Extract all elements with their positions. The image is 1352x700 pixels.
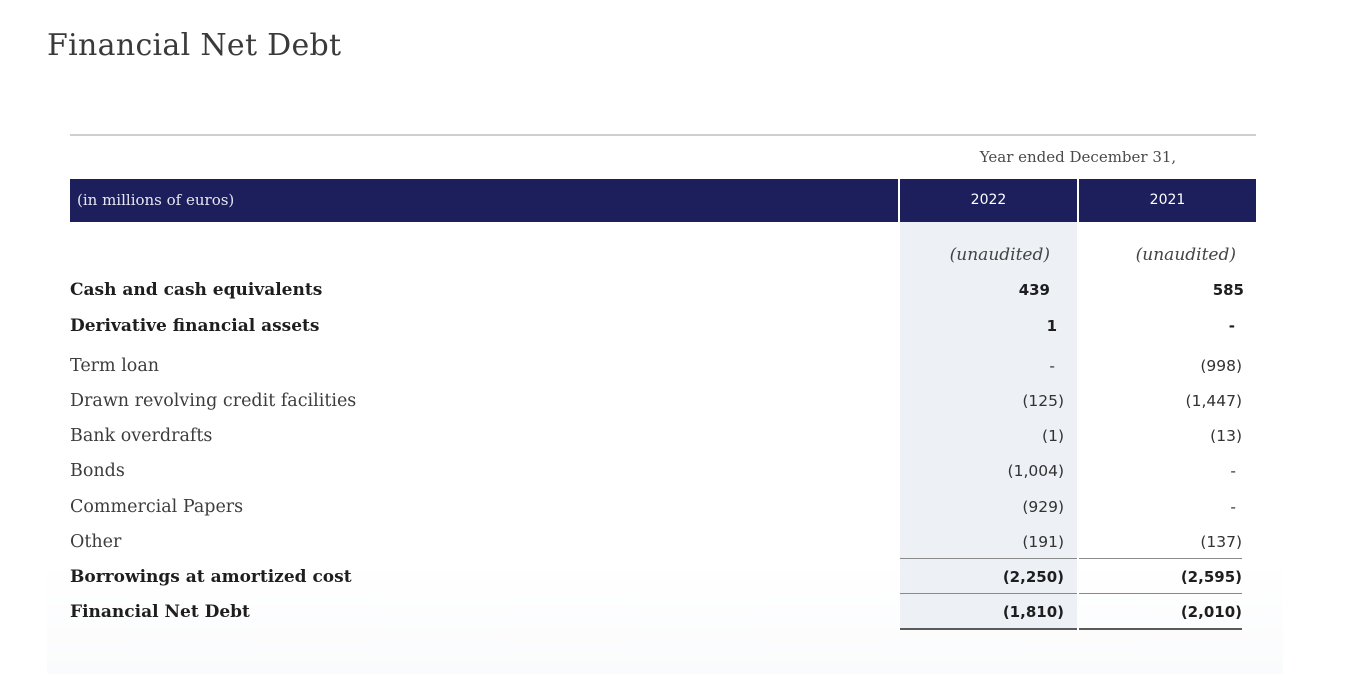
value-2021: -	[1228, 317, 1235, 335]
value-2022: (2,250)	[1002, 568, 1064, 586]
total-rule-2021	[1079, 593, 1242, 594]
value-2021: (13)	[1210, 427, 1242, 445]
value-2022: (1)	[1042, 427, 1064, 445]
audit-status-2021: (unaudited)	[1135, 245, 1236, 265]
table-row: Term loan - (998)	[70, 351, 1256, 381]
value-2021: (2,595)	[1180, 568, 1242, 586]
row-label: Bonds	[70, 461, 125, 481]
value-2022: (1,004)	[1007, 462, 1064, 480]
row-label: Commercial Papers	[70, 497, 244, 517]
table-header: (in millions of euros) 2022 2021	[70, 179, 1256, 222]
year-header-2022: 2022	[970, 192, 1007, 208]
table-row: Borrowings at amortized cost (2,250) (2,…	[70, 562, 1256, 592]
table-row: Bank overdrafts (1) (13)	[70, 421, 1256, 451]
table-row: Drawn revolving credit facilities (125) …	[70, 386, 1256, 416]
value-2022: -	[1049, 357, 1055, 375]
units-label: (in millions of euros)	[77, 191, 235, 209]
subtotal-rule-2022	[900, 558, 1077, 559]
row-label: Financial Net Debt	[70, 602, 250, 622]
value-2021: (1,447)	[1185, 392, 1242, 410]
row-label: Bank overdrafts	[70, 426, 213, 446]
table-row: Commercial Papers (929) -	[70, 492, 1256, 522]
total-rule-2022	[900, 593, 1077, 594]
page-title: Financial Net Debt	[47, 28, 342, 63]
value-2021: (998)	[1200, 357, 1242, 375]
table-row: Cash and cash equivalents 439 585	[70, 275, 1256, 305]
period-caption: Year ended December 31,	[979, 148, 1177, 166]
value-2022: (929)	[1022, 498, 1064, 516]
row-label: Term loan	[70, 356, 160, 376]
table-row: Financial Net Debt (1,810) (2,010)	[70, 597, 1256, 627]
double-rule-2021	[1079, 628, 1242, 630]
row-label: Derivative financial assets	[70, 316, 320, 336]
value-2022: 439	[1018, 281, 1050, 299]
subtotal-rule-2021	[1079, 558, 1242, 559]
top-rule	[70, 134, 1256, 136]
value-2021: (2,010)	[1180, 603, 1242, 621]
year-header-2021: 2021	[1149, 192, 1186, 208]
value-2022: (191)	[1022, 533, 1064, 551]
row-label: Other	[70, 532, 122, 552]
audit-status-row: (unaudited) (unaudited)	[70, 240, 1256, 270]
value-2022: (1,810)	[1002, 603, 1064, 621]
table-row: Bonds (1,004) -	[70, 456, 1256, 486]
value-2022: 1	[1046, 317, 1057, 335]
row-label: Cash and cash equivalents	[70, 280, 323, 300]
value-2021: 585	[1212, 281, 1244, 299]
double-rule-2022	[900, 628, 1077, 630]
row-label: Borrowings at amortized cost	[70, 567, 352, 587]
table-row: Derivative financial assets 1 -	[70, 311, 1256, 341]
value-2021: (137)	[1200, 533, 1242, 551]
table-row: Other (191) (137)	[70, 527, 1256, 557]
row-label: Drawn revolving credit facilities	[70, 391, 357, 411]
value-2021: -	[1230, 462, 1236, 480]
value-2022: (125)	[1022, 392, 1064, 410]
audit-status-2022: (unaudited)	[949, 245, 1050, 265]
value-2021: -	[1230, 498, 1236, 516]
